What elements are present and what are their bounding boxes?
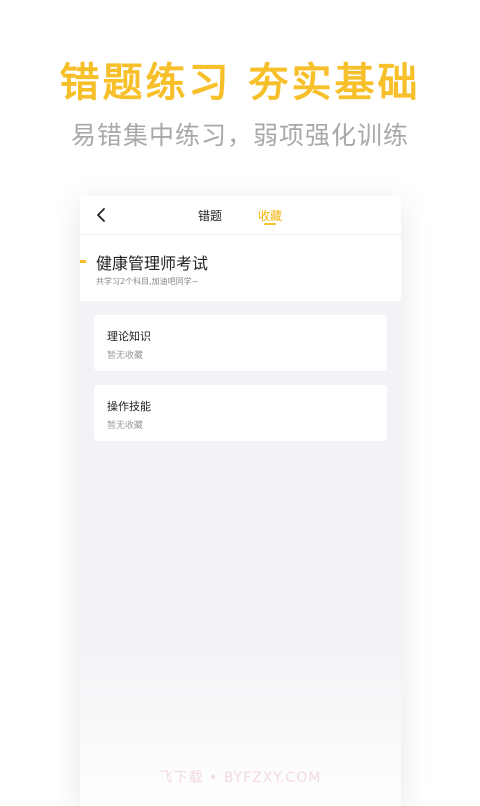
promo-subline: 易错集中练习，弱项强化训练: [70, 121, 409, 150]
tab-wrong-questions[interactable]: 错题: [198, 207, 222, 224]
chevron-left-icon: [97, 208, 105, 222]
promo-headline: 错题练习 夯实基础: [59, 60, 421, 106]
subject-list: 理论知识 暂无收藏 操作技能 暂无收藏: [80, 301, 401, 441]
subject-card-theory[interactable]: 理论知识 暂无收藏: [94, 315, 387, 371]
exam-title: 健康管理师考试: [96, 254, 209, 273]
back-button[interactable]: [92, 205, 112, 225]
watermark: 飞下载 • BYFZXY.COM: [158, 770, 322, 786]
active-tab-indicator: [264, 223, 276, 225]
exam-header: 健康管理师考试 共学习2个科目,加油吧同学~: [80, 235, 401, 301]
tab-favorites[interactable]: 收藏: [258, 207, 282, 224]
exam-marker: [80, 260, 86, 263]
subject-name: 理论知识: [107, 330, 151, 343]
subject-card-skills[interactable]: 操作技能 暂无收藏: [94, 385, 387, 441]
app-screen: 错题 收藏 健康管理师考试 共学习2个科目,加油吧同学~ 理论知识 暂无收藏 操…: [80, 196, 401, 806]
subject-status: 暂无收藏: [107, 421, 144, 431]
exam-subtitle: 共学习2个科目,加油吧同学~: [96, 277, 199, 286]
subject-name: 操作技能: [107, 400, 151, 413]
navbar: 错题 收藏: [80, 196, 401, 235]
subject-status: 暂无收藏: [107, 351, 144, 361]
